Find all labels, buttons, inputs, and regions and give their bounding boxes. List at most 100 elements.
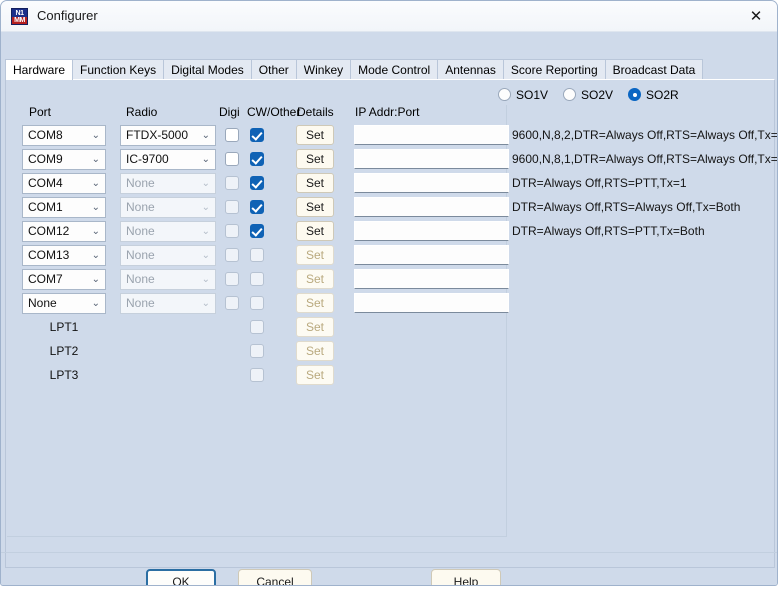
- radio-select-value: FTDX-5000: [126, 128, 189, 142]
- ip-addr-port-input[interactable]: [354, 293, 509, 313]
- chevron-down-icon: ⌄: [91, 202, 100, 213]
- cw-other-checkbox: [250, 272, 264, 286]
- tab-other[interactable]: Other: [250, 59, 297, 80]
- chevron-down-icon: ⌄: [201, 154, 210, 165]
- hardware-tab-page: SO1V SO2V SO2R Port Radio Digi CW/Other De…: [5, 79, 778, 568]
- tab-winkey[interactable]: Winkey: [295, 59, 352, 80]
- radio-select: None ⌄: [120, 245, 216, 266]
- port-select-value: COM13: [28, 248, 70, 262]
- port-select[interactable]: COM1 ⌄: [22, 197, 106, 218]
- port-row: COM1 ⌄ None ⌄ Set: [6, 197, 509, 221]
- help-button[interactable]: Help: [431, 569, 501, 586]
- port-row: COM8 ⌄ FTDX-5000 ⌄ Set: [6, 125, 509, 149]
- port-label-lpt1: LPT1: [49, 320, 79, 334]
- port-label-lpt3: LPT3: [49, 368, 79, 382]
- digi-checkbox: [225, 272, 239, 286]
- radio-select: None ⌄: [120, 269, 216, 290]
- cw-other-checkbox[interactable]: [250, 200, 264, 214]
- port-status-text: DTR=Always Off,RTS=PTT,Tx=Both: [512, 224, 705, 238]
- column-header-cw-other: CW/Other: [247, 105, 301, 119]
- ip-addr-port-input[interactable]: [354, 125, 509, 145]
- digi-checkbox[interactable]: [225, 152, 239, 166]
- radio-select: None ⌄: [120, 221, 216, 242]
- chevron-down-icon: ⌄: [91, 298, 100, 309]
- ip-addr-port-input[interactable]: [354, 173, 509, 193]
- port-select[interactable]: COM13 ⌄: [22, 245, 106, 266]
- chevron-down-icon: ⌄: [91, 154, 100, 165]
- radio-select-value: IC-9700: [126, 152, 169, 166]
- cw-other-checkbox[interactable]: [250, 152, 264, 166]
- port-select[interactable]: COM12 ⌄: [22, 221, 106, 242]
- port-row: None ⌄ None ⌄ Set: [6, 293, 509, 317]
- details-set-button: Set: [296, 293, 334, 313]
- radio-select[interactable]: FTDX-5000 ⌄: [120, 125, 216, 146]
- port-select[interactable]: None ⌄: [22, 293, 106, 314]
- dialog-button-bar: OK Cancel Help: [1, 552, 777, 586]
- tab-antennas[interactable]: Antennas: [437, 59, 504, 80]
- chevron-down-icon: ⌄: [201, 178, 210, 189]
- cw-other-checkbox: [250, 344, 264, 358]
- radio-select-value: None: [126, 224, 155, 238]
- tab-digital-modes[interactable]: Digital Modes: [163, 59, 252, 80]
- radio-select-value: None: [126, 248, 155, 262]
- details-set-button[interactable]: Set: [296, 125, 334, 145]
- tab-bar: Hardware Function Keys Digital Modes Other W…: [5, 59, 775, 101]
- port-select[interactable]: COM9 ⌄: [22, 149, 106, 170]
- radio-so1v[interactable]: SO1V: [498, 86, 548, 104]
- port-select[interactable]: COM7 ⌄: [22, 269, 106, 290]
- cancel-button[interactable]: Cancel: [238, 569, 312, 585]
- chevron-down-icon: ⌄: [201, 298, 210, 309]
- details-set-button[interactable]: Set: [296, 197, 334, 217]
- port-label-lpt2: LPT2: [49, 344, 79, 358]
- column-header-radio: Radio: [126, 105, 158, 119]
- chevron-down-icon: ⌄: [91, 250, 100, 261]
- digi-checkbox: [225, 224, 239, 238]
- radio-label: SO2R: [646, 88, 679, 102]
- so-mode-radio-group: SO1V SO2V SO2R: [498, 86, 694, 106]
- details-set-button[interactable]: Set: [296, 221, 334, 241]
- port-select[interactable]: COM4 ⌄: [22, 173, 106, 194]
- port-select-value: COM12: [28, 224, 70, 238]
- port-row: LPT3 Set: [6, 365, 506, 389]
- column-header-details: Details: [297, 105, 334, 119]
- port-select-value: COM1: [28, 200, 63, 214]
- port-status-text: 9600,N,8,2,DTR=Always Off,RTS=Always Off…: [512, 128, 778, 142]
- radio-select: None ⌄: [120, 197, 216, 218]
- tab-score-reporting[interactable]: Score Reporting: [502, 59, 606, 80]
- radio-so2v[interactable]: SO2V: [563, 86, 613, 104]
- radio-dot-so1v-icon: [498, 88, 511, 101]
- cw-other-checkbox: [250, 368, 264, 382]
- cw-other-checkbox[interactable]: [250, 128, 264, 142]
- port-status-text: DTR=Always Off,RTS=PTT,Tx=1: [512, 176, 687, 190]
- chevron-down-icon: ⌄: [201, 250, 210, 261]
- ip-addr-port-input[interactable]: [354, 149, 509, 169]
- configurer-screen: N1 MM Configurer ✕ Hardware Function Keys D…: [0, 0, 778, 596]
- digi-checkbox: [225, 296, 239, 310]
- port-select-value: None: [28, 296, 57, 310]
- tab-broadcast-data[interactable]: Broadcast Data: [604, 59, 704, 80]
- radio-select[interactable]: IC-9700 ⌄: [120, 149, 216, 170]
- radio-so2r[interactable]: SO2R: [628, 86, 679, 104]
- ip-addr-port-input[interactable]: [354, 269, 509, 289]
- port-select-value: COM7: [28, 272, 63, 286]
- close-icon[interactable]: ✕: [733, 1, 777, 32]
- ip-addr-port-input[interactable]: [354, 245, 509, 265]
- tab-mode-control[interactable]: Mode Control: [350, 59, 439, 80]
- radio-dot-so2r-icon: [628, 88, 642, 101]
- radio-select-value: None: [126, 200, 155, 214]
- ok-button[interactable]: OK: [146, 569, 216, 585]
- details-set-button[interactable]: Set: [296, 173, 334, 193]
- port-select-value: COM8: [28, 128, 63, 142]
- port-select[interactable]: COM8 ⌄: [22, 125, 106, 146]
- ip-addr-port-input[interactable]: [354, 221, 509, 241]
- cw-other-checkbox[interactable]: [250, 224, 264, 238]
- chevron-down-icon: ⌄: [201, 274, 210, 285]
- tab-hardware[interactable]: Hardware: [5, 59, 74, 80]
- help-label-rest: elp: [462, 575, 479, 586]
- digi-checkbox[interactable]: [225, 128, 239, 142]
- cw-other-checkbox[interactable]: [250, 176, 264, 190]
- ip-addr-port-input[interactable]: [354, 197, 509, 217]
- tab-function-keys[interactable]: Function Keys: [72, 59, 165, 80]
- details-set-button[interactable]: Set: [296, 149, 334, 169]
- port-status-text: 9600,N,8,1,DTR=Always Off,RTS=Always Off…: [512, 152, 778, 166]
